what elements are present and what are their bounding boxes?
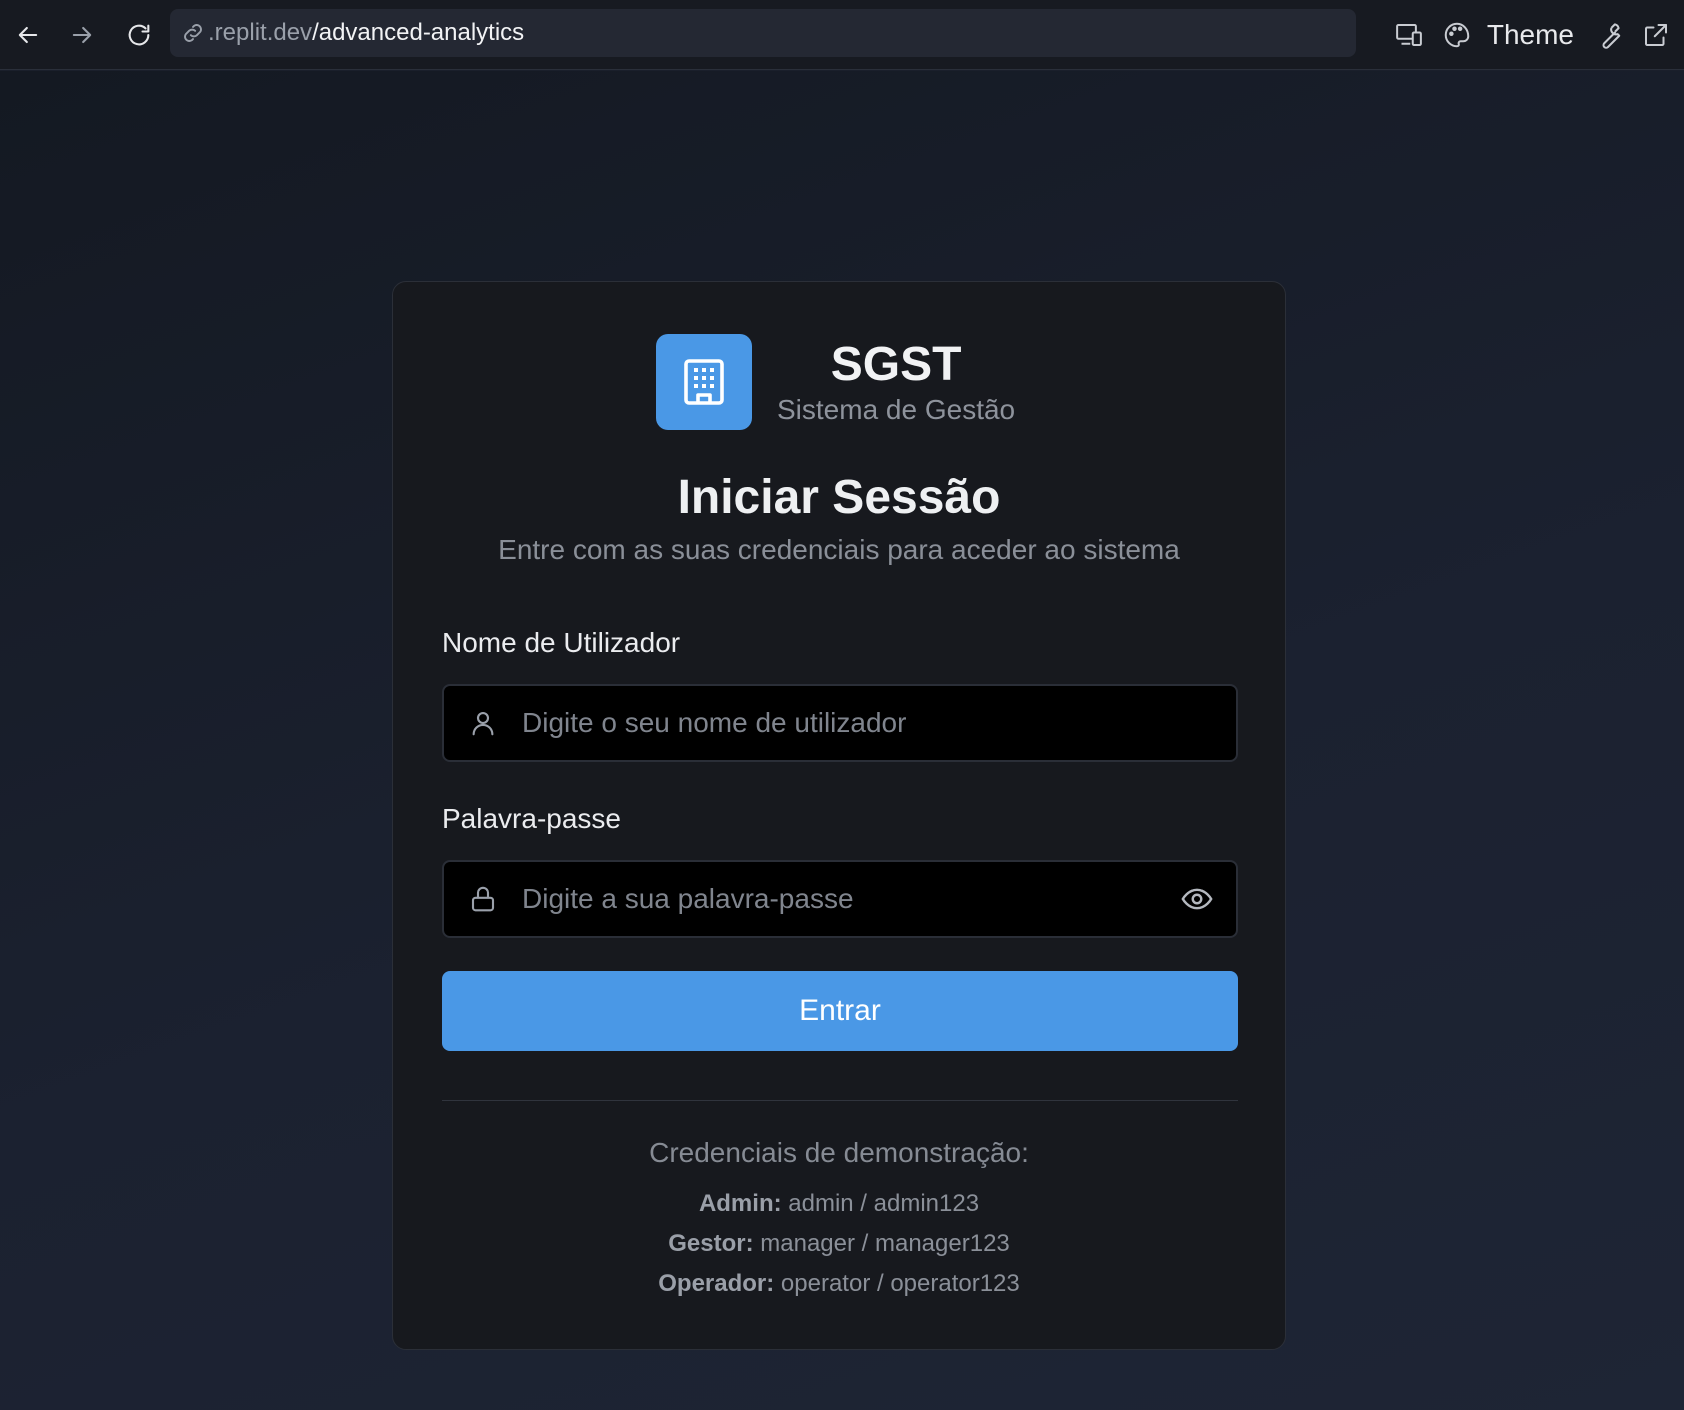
demo-credentials: operator / operator123 (780, 1270, 1020, 1297)
brand-name: SGST (830, 338, 962, 391)
password-label: Palavra-passe (442, 803, 621, 834)
user-icon (468, 708, 498, 738)
reload-button[interactable] (111, 0, 167, 70)
brand-text: SGST Sistema de Gestão (777, 337, 1015, 427)
divider (442, 1100, 1238, 1101)
brand-logo (656, 334, 752, 430)
username-label: Nome de Utilizador (442, 627, 681, 658)
demo-credentials-title: Credenciais de demonstração: (649, 1137, 1029, 1168)
devices-button[interactable] (1385, 11, 1433, 59)
username-input[interactable] (498, 686, 1236, 760)
arrow-left-icon (18, 26, 38, 43)
login-card: SGST Sistema de Gestão Iniciar Sessão En… (392, 281, 1286, 1350)
url-host: .replit.dev (208, 19, 313, 46)
demo-credential-line: Operador: operator / operator123 (393, 1270, 1285, 1298)
page-background: SGST Sistema de Gestão Iniciar Sessão En… (0, 71, 1684, 1410)
demo-credentials: manager / manager123 (760, 1230, 1010, 1257)
password-input[interactable] (498, 862, 1180, 936)
url-bar[interactable]: .replit.dev/advanced-analytics (170, 9, 1356, 57)
demo-role: Gestor: (668, 1230, 754, 1257)
reload-icon (128, 24, 150, 45)
link-icon (180, 20, 206, 46)
open-external-button[interactable] (1632, 11, 1680, 59)
devices-icon (1395, 24, 1422, 46)
password-field[interactable] (442, 860, 1238, 938)
browser-toolbar: .replit.dev/advanced-analytics Theme (0, 0, 1684, 70)
page-title: Iniciar Sessão (677, 471, 1001, 524)
external-link-icon (1645, 24, 1667, 46)
tools-button[interactable] (1584, 11, 1632, 59)
theme-button[interactable]: Theme (1433, 11, 1584, 59)
lock-icon (468, 884, 498, 914)
back-button[interactable] (0, 0, 56, 70)
demo-role: Operador: (658, 1270, 775, 1297)
submit-button[interactable]: Entrar (442, 971, 1238, 1051)
brand-header: SGST Sistema de Gestão (656, 334, 1015, 430)
eye-icon (1181, 888, 1213, 910)
palette-icon (1433, 11, 1481, 59)
demo-credentials: admin / admin123 (788, 1190, 980, 1217)
demo-credential-line: Gestor: manager / manager123 (393, 1230, 1285, 1258)
demo-credential-line: Admin: admin / admin123 (393, 1190, 1285, 1218)
arrow-right-icon (72, 26, 92, 43)
url-path: /advanced-analytics (312, 19, 525, 46)
demo-role: Admin: (698, 1190, 782, 1217)
page-subtitle: Entre com as suas credenciais para acede… (498, 534, 1180, 565)
forward-button[interactable] (54, 0, 110, 70)
building-icon (684, 359, 724, 405)
theme-label: Theme (1486, 19, 1574, 50)
username-field[interactable] (442, 684, 1238, 762)
toggle-password-visibility[interactable] (1180, 882, 1214, 916)
wrench-icon (1602, 23, 1621, 49)
brand-subtitle: Sistema de Gestão (777, 394, 1016, 425)
